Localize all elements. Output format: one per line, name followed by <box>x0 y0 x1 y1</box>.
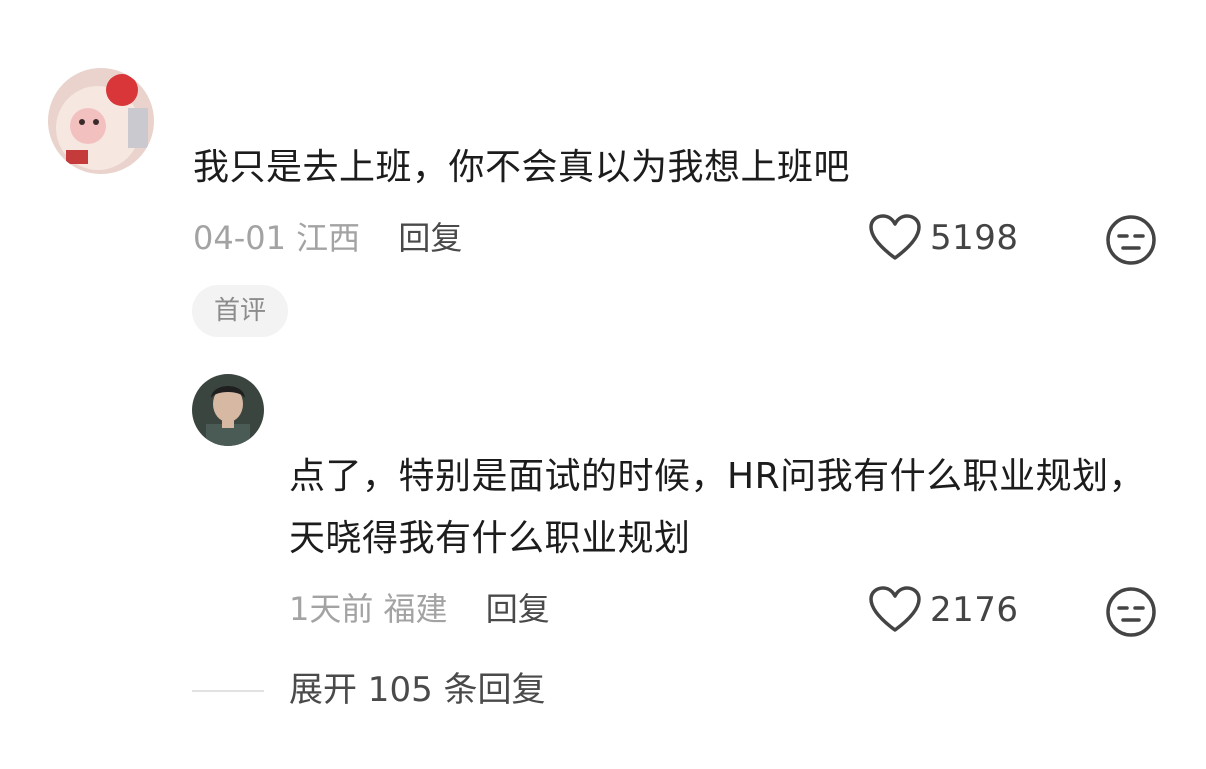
reply-date: 1天前 <box>289 590 374 628</box>
reply-dislike-button[interactable] <box>1105 586 1157 638</box>
first-comment-badge: 首评 <box>192 285 288 337</box>
comment-date: 04-01 <box>193 219 286 257</box>
comment-location: 江西 <box>296 219 361 257</box>
unamused-face-icon <box>1106 215 1156 265</box>
reply-reply-button[interactable]: 回复 <box>486 590 550 628</box>
like-button[interactable]: 5198 <box>868 214 1019 262</box>
unamused-face-icon <box>1106 587 1156 637</box>
avatar-image <box>192 374 264 446</box>
reply-button[interactable]: 回复 <box>398 219 462 257</box>
dislike-button[interactable] <box>1105 214 1157 266</box>
avatar-image <box>48 68 154 174</box>
expand-divider <box>192 690 264 692</box>
like-count: 5198 <box>930 218 1019 258</box>
commenter-avatar[interactable] <box>48 68 154 174</box>
comment-meta: 04-01 江西 回复 <box>193 218 462 258</box>
reply-like-button[interactable]: 2176 <box>868 586 1019 634</box>
expand-replies-button[interactable]: 展开 105 条回复 <box>289 668 546 712</box>
reply-meta: 1天前 福建 回复 <box>289 589 550 629</box>
comment-text: 我只是去上班，你不会真以为我想上班吧 <box>193 147 851 188</box>
reply-location: 福建 <box>383 590 448 628</box>
reply-text: 点了，特别是面试的时候，HR问我有什么职业规划，天晓得我有什么职业规划 <box>289 456 1146 559</box>
reply-like-count: 2176 <box>930 590 1019 630</box>
heart-outline-icon <box>869 214 921 260</box>
replier-avatar[interactable] <box>192 374 264 446</box>
heart-outline-icon <box>869 586 921 632</box>
